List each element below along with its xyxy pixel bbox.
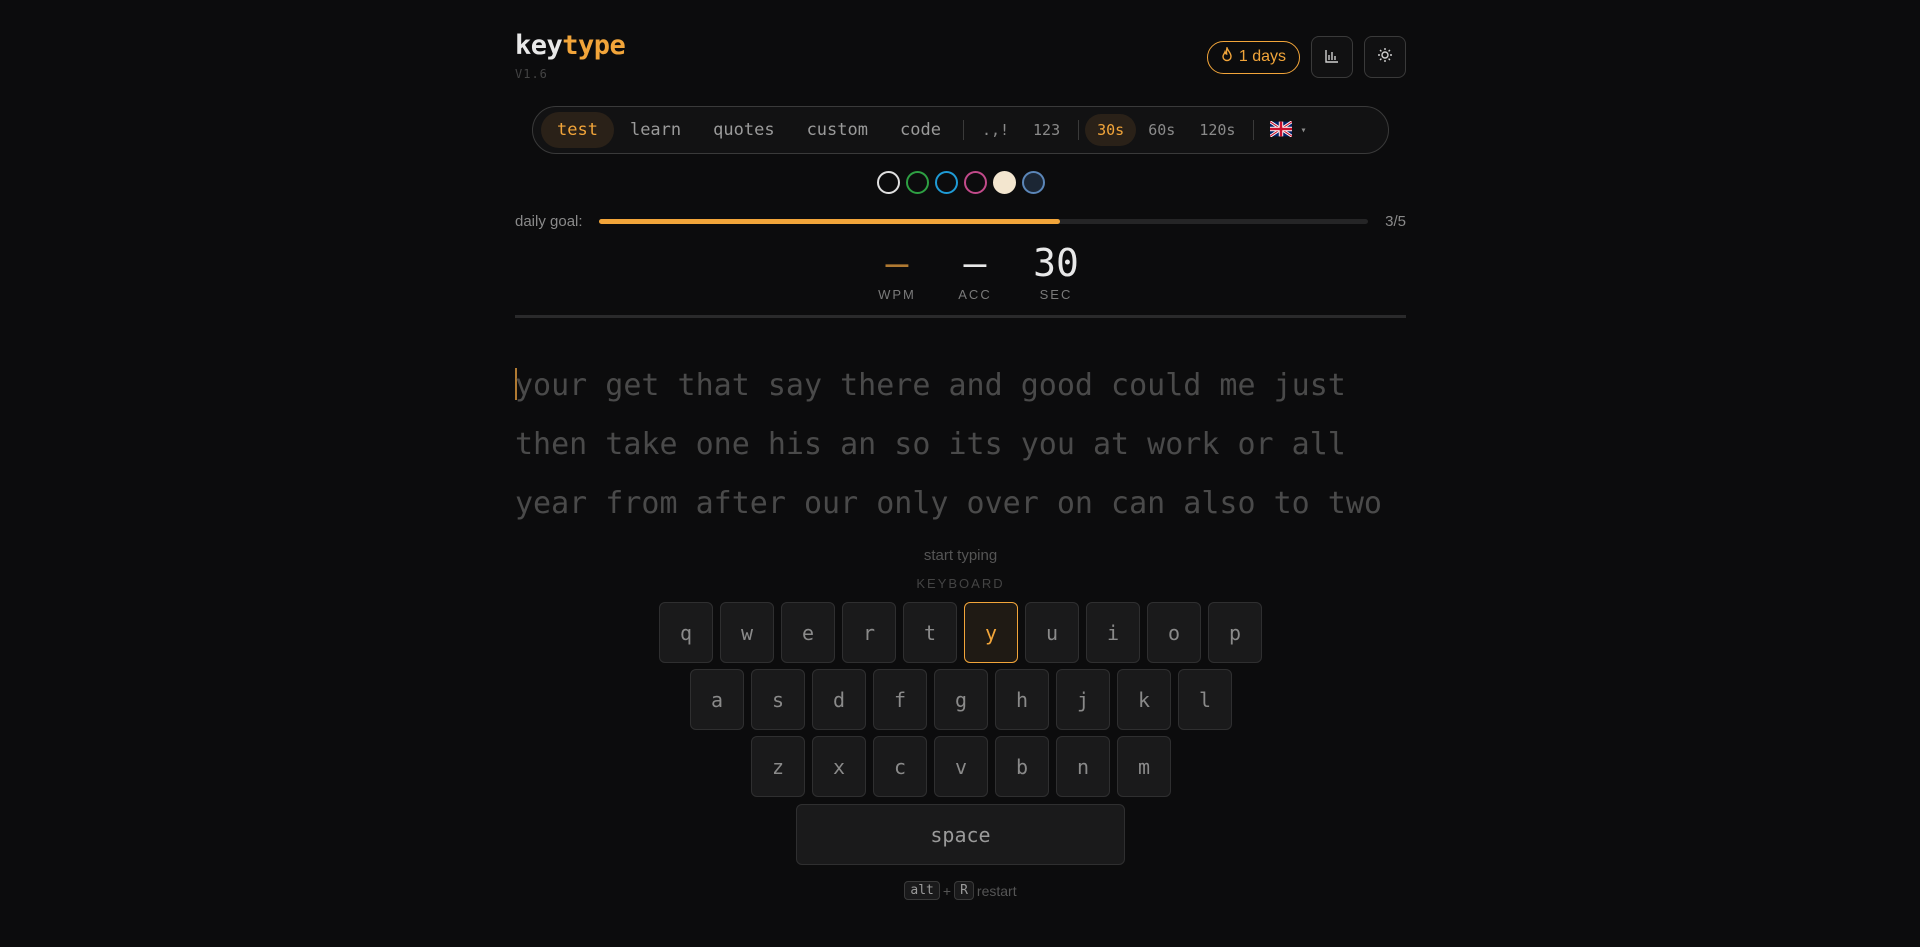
restart-hint: alt + R restart [515, 881, 1406, 900]
mode-test[interactable]: test [541, 112, 614, 148]
divider [1078, 120, 1080, 140]
key-e[interactable]: e [781, 602, 835, 663]
r-key-cap: R [954, 881, 974, 900]
chevron-down-icon: ▾ [1300, 124, 1307, 136]
key-g[interactable]: g [934, 669, 988, 730]
stat-accuracy: — ACC [940, 243, 1010, 302]
seconds-value: 30 [1033, 241, 1079, 285]
typing-area[interactable]: your get that say there and good could m… [515, 356, 1406, 533]
key-p[interactable]: p [1208, 602, 1262, 663]
theme-swatch-green[interactable] [906, 171, 929, 194]
divider [962, 120, 964, 140]
stats-divider [515, 315, 1406, 318]
key-a[interactable]: a [690, 669, 744, 730]
theme-toggle-button[interactable] [1364, 36, 1406, 78]
streak-badge[interactable]: 1 days [1206, 40, 1300, 74]
key-i[interactable]: i [1086, 602, 1140, 663]
key-d[interactable]: d [812, 669, 866, 730]
divider [1253, 120, 1255, 140]
theme-swatch-dark[interactable] [877, 171, 900, 194]
keyboard-row-bottom: z x c v b n m [751, 736, 1171, 797]
key-w[interactable]: w [720, 602, 774, 663]
word-line: year from after our only over on can als… [515, 486, 1382, 521]
stat-wpm: — WPM [862, 243, 932, 302]
daily-goal-label: daily goal: [515, 213, 583, 230]
seconds-label: SEC [1039, 287, 1073, 302]
accuracy-label: ACC [958, 287, 992, 302]
key-b[interactable]: b [995, 736, 1049, 797]
streak-label: 1 days [1238, 48, 1286, 65]
numbers-toggle[interactable]: 123 [1021, 114, 1072, 146]
word-line: your get that say there and good could m… [515, 368, 1346, 403]
key-o[interactable]: o [1147, 602, 1201, 663]
word-line: then take one his an so its you at work … [515, 427, 1346, 462]
key-u[interactable]: u [1025, 602, 1079, 663]
key-h[interactable]: h [995, 669, 1049, 730]
daily-goal-count: 3/5 [1385, 213, 1406, 230]
sun-icon [1377, 47, 1393, 67]
app-logo[interactable]: keytype [515, 30, 626, 61]
keyboard-title: KEYBOARD [916, 576, 1005, 591]
flame-icon [1221, 45, 1233, 67]
logo-key: key [515, 30, 563, 61]
logo-type: type [562, 30, 626, 61]
language-selector[interactable]: ▾ [1260, 119, 1316, 140]
key-s[interactable]: s [751, 669, 805, 730]
key-j[interactable]: j [1056, 669, 1110, 730]
theme-swatch-slate[interactable] [1022, 171, 1045, 194]
restart-label: restart [976, 882, 1017, 899]
mode-code[interactable]: code [884, 112, 957, 148]
keyboard-row-middle: a s d f g h j k l [690, 669, 1232, 730]
key-f[interactable]: f [873, 669, 927, 730]
alt-key-cap: alt [904, 881, 940, 900]
keyboard-row-top: q w e r t y u i o p [659, 602, 1262, 663]
key-v[interactable]: v [934, 736, 988, 797]
key-m[interactable]: m [1117, 736, 1171, 797]
key-l[interactable]: l [1178, 669, 1232, 730]
wpm-label: WPM [878, 287, 916, 302]
mode-learn[interactable]: learn [614, 112, 697, 148]
start-typing-hint: start typing [923, 547, 998, 564]
mode-custom[interactable]: custom [791, 112, 884, 148]
uk-flag-icon [1269, 119, 1294, 140]
key-x[interactable]: x [812, 736, 866, 797]
key-c[interactable]: c [873, 736, 927, 797]
punctuation-toggle[interactable]: .,! [970, 114, 1021, 146]
stat-seconds: 30 SEC [1021, 243, 1091, 302]
key-t[interactable]: t [903, 602, 957, 663]
key-y[interactable]: y [964, 602, 1018, 663]
key-n[interactable]: n [1056, 736, 1110, 797]
duration-60s[interactable]: 60s [1136, 114, 1187, 146]
daily-goal-progress [599, 219, 1368, 224]
app-version: V1.6 [515, 67, 548, 81]
theme-swatches [877, 171, 1045, 194]
key-r[interactable]: r [842, 602, 896, 663]
wpm-value: — [885, 241, 909, 285]
accuracy-value: — [963, 241, 987, 285]
theme-swatch-pink[interactable] [964, 171, 987, 194]
theme-swatch-cream[interactable] [993, 171, 1016, 194]
mode-quotes[interactable]: quotes [697, 112, 790, 148]
key-q[interactable]: q [659, 602, 713, 663]
duration-120s[interactable]: 120s [1187, 114, 1247, 146]
theme-swatch-blue[interactable] [935, 171, 958, 194]
stats-button[interactable] [1311, 36, 1353, 78]
mode-bar: test learn quotes custom code .,! 123 30… [532, 106, 1389, 154]
daily-goal-fill [599, 219, 1061, 224]
key-k[interactable]: k [1117, 669, 1171, 730]
app-container: keytype V1.6 1 days test learn quotes cu… [515, 0, 1406, 947]
key-z[interactable]: z [751, 736, 805, 797]
duration-30s[interactable]: 30s [1085, 114, 1137, 146]
header-actions: 1 days [1206, 36, 1406, 78]
plus-sign: + [942, 882, 952, 899]
key-space[interactable]: space [796, 804, 1125, 865]
bar-chart-icon [1325, 48, 1339, 67]
